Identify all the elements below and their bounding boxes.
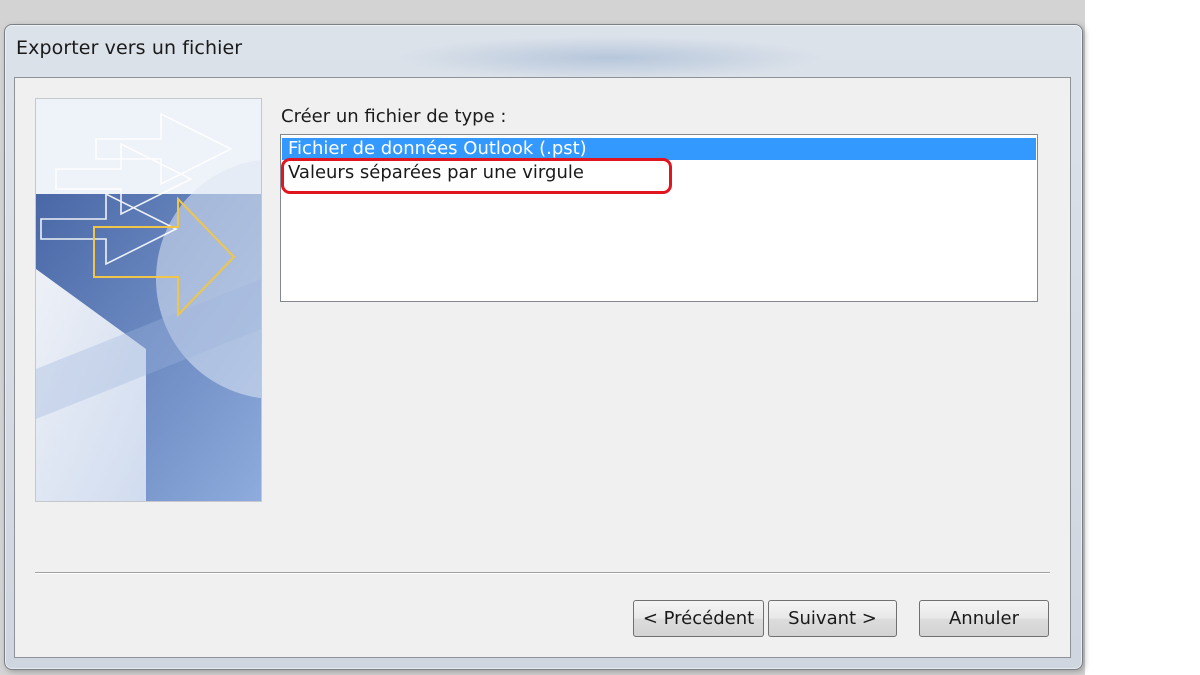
export-arrows-icon	[36, 99, 261, 501]
wizard-banner-image	[35, 98, 262, 502]
file-type-option-pst[interactable]: Fichier de données Outlook (.pst)	[282, 138, 1036, 160]
file-type-option-csv[interactable]: Valeurs séparées par une virgule	[282, 162, 1036, 184]
file-type-listbox[interactable]: Fichier de données Outlook (.pst) Valeur…	[280, 134, 1038, 302]
file-type-label: Créer un fichier de type :	[281, 106, 507, 127]
previous-button[interactable]: < Précédent	[633, 600, 764, 637]
button-separator	[35, 572, 1050, 574]
dialog-title: Exporter vers un fichier	[16, 37, 243, 59]
cancel-button[interactable]: Annuler	[919, 600, 1049, 637]
next-button[interactable]: Suivant >	[768, 600, 897, 637]
desktop-margin	[1085, 0, 1200, 675]
